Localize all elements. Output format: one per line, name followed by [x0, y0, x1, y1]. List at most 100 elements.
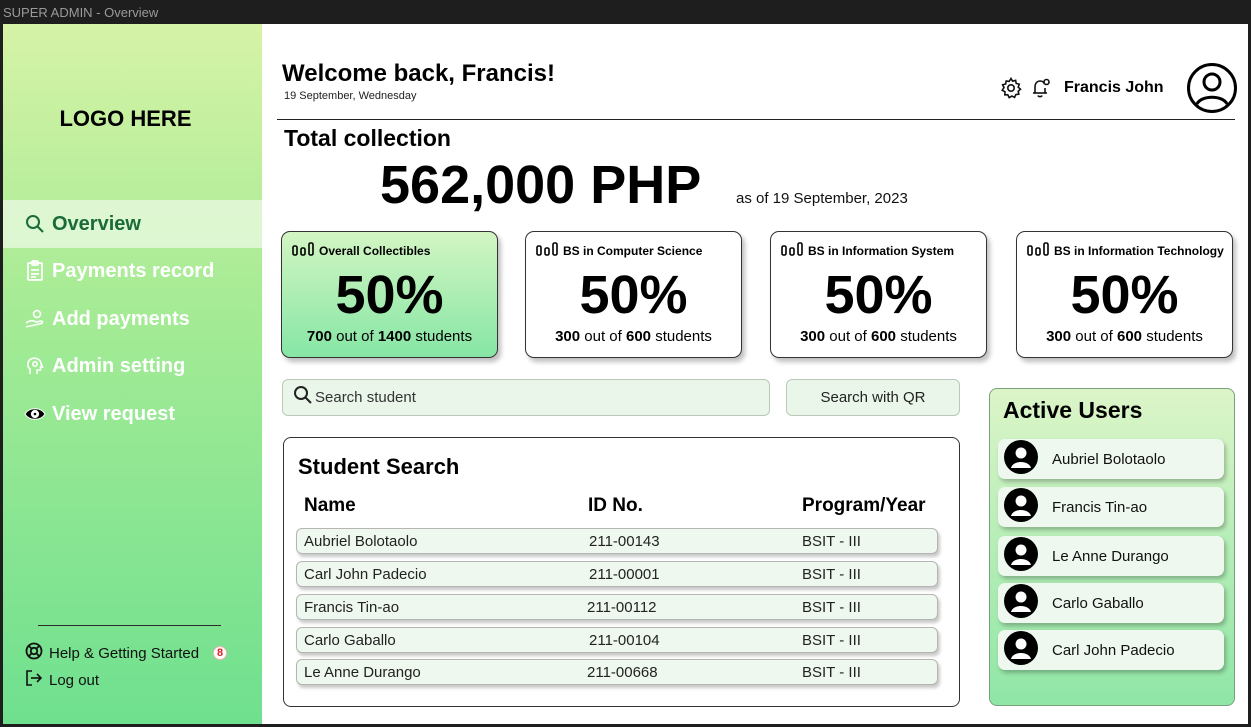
active-users-panel: Active Users Aubriel Bolotaolo Francis T… [989, 388, 1235, 706]
student-id: 211-00143 [589, 533, 660, 550]
sidebar-divider [38, 625, 221, 626]
student-id: 211-00668 [587, 664, 658, 681]
sidebar-item-label: Overview [52, 212, 141, 235]
card-header: Overall Collectibles [292, 242, 430, 259]
card-title: BS in Computer Science [563, 243, 703, 258]
active-user-name: Carl John Padecio [1052, 641, 1175, 659]
stat-card-overall[interactable]: Overall Collectibles 50% 700 out of 1400… [281, 231, 498, 358]
help-getting-started-link[interactable]: Help & Getting Started 8 [25, 642, 228, 664]
search-icon [24, 213, 46, 235]
user-avatar-icon [1004, 536, 1038, 576]
student-program: BSIT - III [802, 599, 861, 616]
card-title: BS in Information System [808, 243, 955, 258]
search-with-qr-button[interactable]: Search with QR [786, 379, 960, 416]
notification-badge: 8 [213, 646, 228, 660]
user-avatar-icon [1004, 487, 1038, 527]
card-header: BS in Computer Science [536, 242, 702, 259]
table-row[interactable]: Carl John Padecio 211-00001 BSIT - III [296, 561, 938, 587]
bell-icon[interactable] [1030, 77, 1052, 99]
list-item[interactable]: Carlo Gaballo [998, 583, 1224, 623]
stat-card-bscs[interactable]: BS in Computer Science 50% 300 out of 60… [525, 231, 742, 358]
search-placeholder: Search student [315, 389, 416, 406]
help-label: Help & Getting Started [49, 644, 200, 662]
user-avatar-icon [1004, 439, 1038, 479]
list-item[interactable]: Aubriel Bolotaolo [998, 439, 1224, 479]
card-header: BS in Information Technology [1027, 242, 1224, 259]
student-id: 211-00104 [589, 632, 660, 649]
user-avatar-icon [1004, 630, 1038, 670]
logout-label: Log out [49, 671, 100, 689]
search-icon [293, 385, 313, 410]
sidebar-item-overview[interactable]: Overview [3, 200, 262, 248]
sidebar-item-admin-setting[interactable]: Admin setting [3, 342, 262, 390]
sidebar-item-label: Admin setting [52, 354, 186, 377]
column-header-id: ID No. [588, 495, 643, 516]
total-collection-label: Total collection [284, 125, 451, 151]
card-header: BS in Information System [781, 242, 954, 259]
list-item[interactable]: Francis Tin-ao [998, 487, 1224, 527]
bar-chart-icon [781, 242, 803, 259]
current-date: 19 September, Wednesday [284, 90, 417, 102]
card-percent: 50% [579, 265, 688, 325]
page-title: Welcome back, Francis! [282, 60, 555, 87]
card-percent: 50% [335, 265, 444, 325]
lifebuoy-icon [25, 642, 43, 664]
hand-coin-icon [24, 308, 46, 330]
card-subtitle: 300 out of 600 students [800, 328, 957, 345]
sidebar: LOGO HERE Overview Payments record Add p… [3, 24, 262, 724]
active-user-name: Le Anne Durango [1052, 547, 1169, 565]
active-user-name: Francis Tin-ao [1052, 498, 1148, 516]
clipboard-icon [24, 260, 46, 282]
list-item[interactable]: Le Anne Durango [998, 536, 1224, 576]
card-subtitle: 700 out of 1400 students [306, 328, 473, 345]
student-search-title: Student Search [298, 454, 460, 479]
stat-card-bsis[interactable]: BS in Information System 50% 300 out of … [770, 231, 987, 358]
avatar[interactable] [1186, 62, 1238, 114]
sidebar-item-label: View request [52, 402, 176, 425]
logo: LOGO HERE [59, 106, 192, 131]
student-program: BSIT - III [802, 664, 861, 681]
sidebar-item-add-payments[interactable]: Add payments [3, 295, 262, 343]
student-id: 211-00001 [589, 566, 660, 583]
bar-chart-icon [292, 242, 314, 259]
search-input[interactable]: Search student [282, 379, 770, 416]
table-row[interactable]: Carlo Gaballo 211-00104 BSIT - III [296, 627, 938, 653]
active-user-name: Carlo Gaballo [1052, 594, 1144, 612]
card-subtitle: 300 out of 600 students [555, 328, 712, 345]
card-title: Overall Collectibles [319, 243, 431, 258]
table-row[interactable]: Francis Tin-ao 211-00112 BSIT - III [296, 594, 938, 620]
stat-card-bsit[interactable]: BS in Information Technology 50% 300 out… [1016, 231, 1233, 358]
sidebar-item-view-request[interactable]: View request [3, 390, 262, 438]
app-frame: LOGO HERE Overview Payments record Add p… [3, 24, 1248, 724]
active-user-name: Aubriel Bolotaolo [1052, 450, 1166, 468]
logout-link[interactable]: Log out [25, 669, 99, 691]
user-name: Francis John [1064, 79, 1164, 96]
table-row[interactable]: Aubriel Bolotaolo 211-00143 BSIT - III [296, 528, 938, 554]
logout-icon [25, 669, 43, 691]
student-name: Francis Tin-ao [304, 599, 400, 616]
sidebar-item-label: Add payments [52, 307, 190, 330]
user-avatar-icon [1004, 583, 1038, 623]
card-title: BS in Information Technology [1054, 243, 1224, 258]
sidebar-item-label: Payments record [52, 259, 215, 282]
active-users-title: Active Users [1003, 397, 1143, 423]
card-percent: 50% [824, 265, 933, 325]
column-header-name: Name [304, 495, 356, 516]
eye-icon [24, 403, 46, 425]
student-search-panel: Student Search Name ID No. Program/Year … [283, 437, 960, 707]
student-name: Le Anne Durango [304, 664, 421, 681]
bar-chart-icon [536, 242, 558, 259]
student-program: BSIT - III [802, 533, 861, 550]
student-program: BSIT - III [802, 632, 861, 649]
head-gear-icon [24, 355, 46, 377]
table-row[interactable]: Le Anne Durango 211-00668 BSIT - III [296, 659, 938, 685]
sidebar-item-payments-record[interactable]: Payments record [3, 247, 262, 295]
list-item[interactable]: Carl John Padecio [998, 630, 1224, 670]
student-name: Carl John Padecio [304, 566, 427, 583]
student-name: Aubriel Bolotaolo [304, 533, 418, 550]
gear-icon[interactable] [1000, 77, 1022, 99]
student-name: Carlo Gaballo [304, 632, 396, 649]
header-divider [277, 119, 1235, 120]
header-actions: Francis John [1000, 62, 1238, 114]
student-program: BSIT - III [802, 566, 861, 583]
